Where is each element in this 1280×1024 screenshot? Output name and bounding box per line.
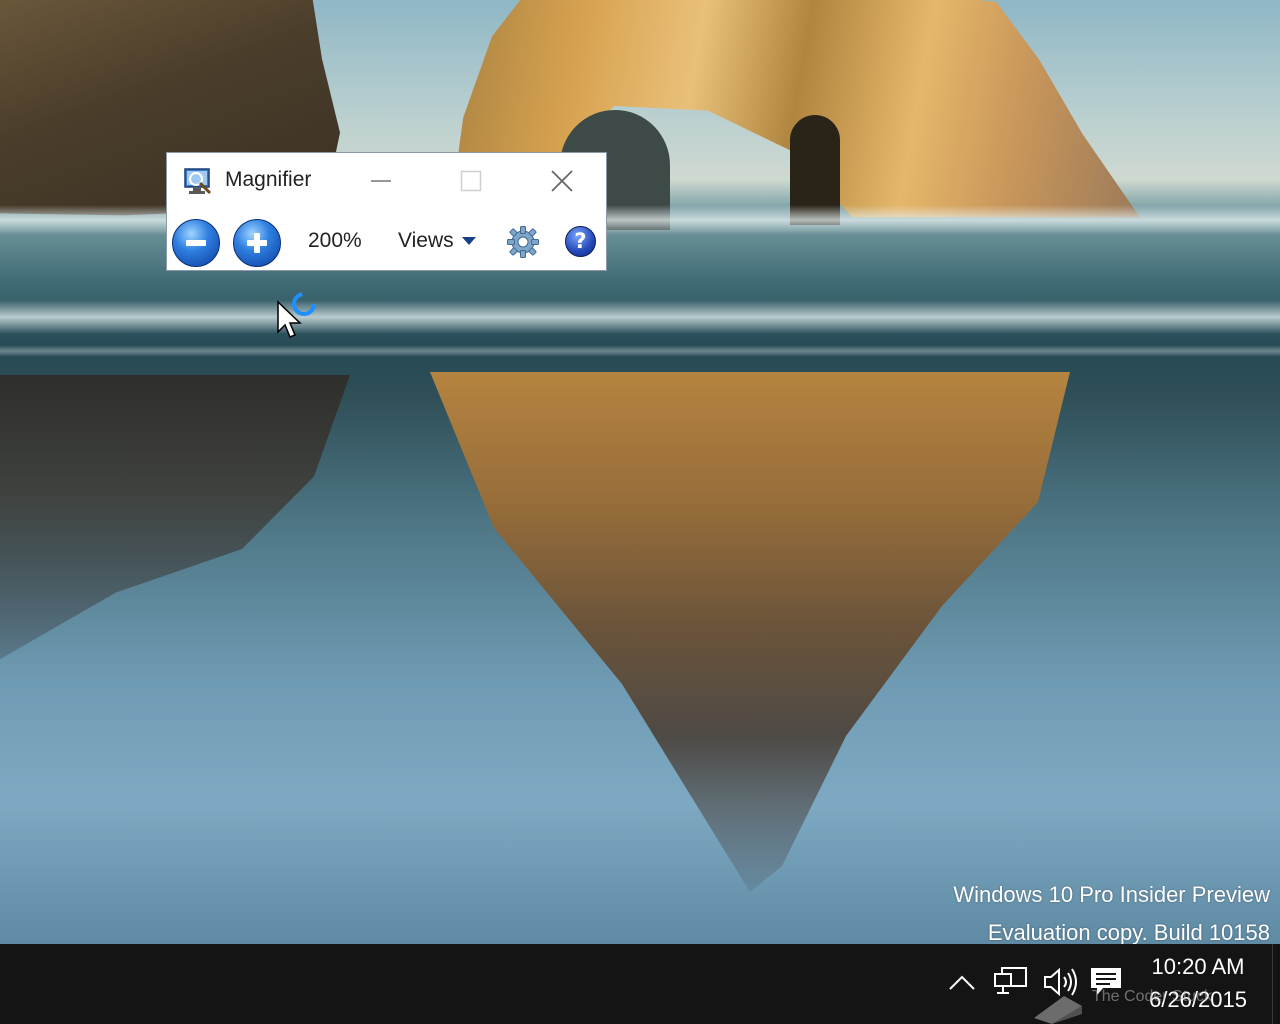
close-button[interactable]: [531, 153, 593, 209]
show-desktop-button[interactable]: [1272, 944, 1280, 1024]
network-icon: [994, 967, 1027, 994]
overlay-caption: The Coder Stuck: [1092, 988, 1213, 1005]
magnifier-window: Magnifier 200% Views ?: [166, 152, 607, 271]
magnifier-toolbar: 200% Views ?: [167, 211, 606, 271]
desktop-wallpaper: [0, 0, 1280, 944]
views-dropdown[interactable]: Views: [398, 229, 476, 253]
show-hidden-icons-button[interactable]: [946, 962, 978, 1002]
help-icon[interactable]: ?: [565, 226, 596, 257]
network-button[interactable]: [990, 962, 1030, 1002]
wallpaper-reflection-left: [0, 375, 350, 665]
window-title: Magnifier: [225, 168, 312, 191]
chevron-down-icon: [461, 237, 476, 245]
build-watermark: Windows 10 Pro Insider Preview Evaluatio…: [953, 876, 1270, 952]
zoom-out-button[interactable]: [172, 219, 220, 267]
maximize-icon: [460, 170, 482, 192]
minimize-icon: [371, 180, 391, 182]
wallpaper-reflection-right: [430, 372, 1070, 892]
minimize-button[interactable]: [350, 153, 412, 209]
chevron-up-icon: [949, 975, 975, 990]
gear-icon[interactable]: [506, 225, 540, 259]
wallpaper-wave: [0, 300, 1280, 334]
zoom-in-icon: [247, 233, 267, 253]
maximize-button[interactable]: [440, 153, 502, 209]
watermark-line-1: Windows 10 Pro Insider Preview: [953, 882, 1270, 907]
magnifier-titlebar[interactable]: Magnifier: [167, 153, 606, 211]
magnifier-app-icon: [184, 168, 212, 195]
wallpaper-wave: [0, 345, 1280, 357]
mouse-pointer-icon: [277, 300, 302, 338]
zoom-out-icon: [186, 240, 206, 246]
zoom-in-button[interactable]: [233, 219, 281, 267]
views-label: Views: [398, 229, 454, 252]
close-icon: [551, 170, 573, 192]
zoom-level-value: 200%: [308, 229, 362, 252]
